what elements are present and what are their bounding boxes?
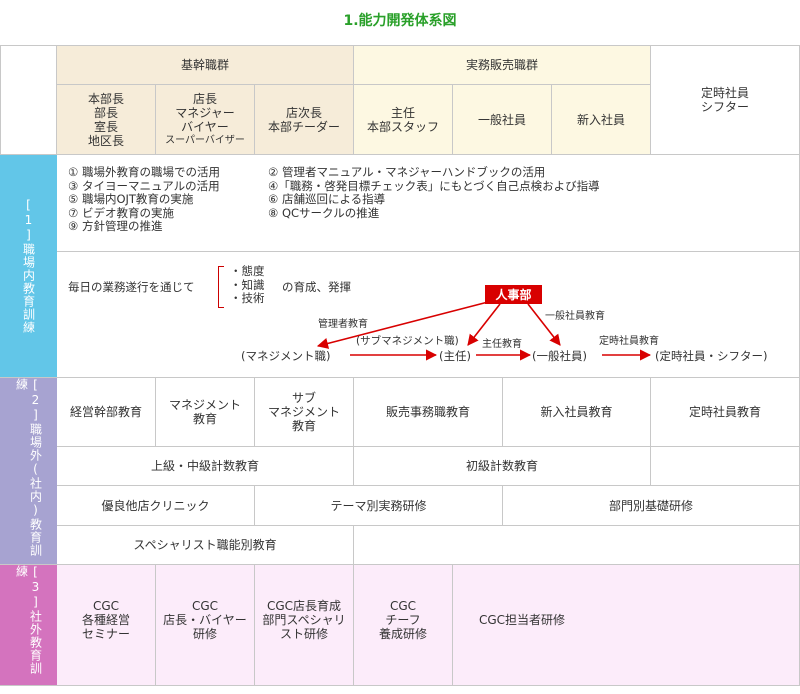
s2-r3-clinic: 優良他店クリニック bbox=[57, 486, 255, 526]
s3-cgc-seminar: CGC 各種経営 セミナー bbox=[57, 565, 156, 686]
edge-label-teiji: 定時社員教育 bbox=[599, 336, 659, 347]
s2-r2-joukyu: 上級・中級計数教育 bbox=[57, 447, 354, 486]
edge-label-kanrisha: 管理者教育 bbox=[318, 319, 368, 330]
hr-department-node: 人事部 bbox=[485, 285, 542, 304]
s2-r1-keiei: 経営幹部教育 bbox=[57, 378, 156, 447]
flow-target-mgmt: (マネジメント職) bbox=[241, 349, 331, 363]
s2-r4-empty bbox=[354, 526, 800, 565]
s2-r1-submgmt: サブ マネジメント 教育 bbox=[255, 378, 354, 447]
s3-cgc-tantousha: CGC担当者研修 bbox=[453, 565, 800, 686]
edge-label-ippan: 一般社員教育 bbox=[545, 311, 605, 322]
s2-r1-mgmt: マネジメント 教育 bbox=[156, 378, 255, 447]
section-3-num: [3] bbox=[28, 565, 43, 610]
s2-r2-empty bbox=[651, 447, 800, 486]
flow-target-shunin: (主任) bbox=[439, 349, 471, 363]
s2-r1-hanbai: 販売事務職教育 bbox=[354, 378, 503, 447]
flow-target-teiji: (定時社員・シフター) bbox=[655, 349, 768, 363]
section-label-3: [3]社外教育訓練 bbox=[0, 565, 57, 686]
edge-label-shunin: 主任教育 bbox=[482, 339, 522, 350]
section-label-2: [2]職場外(社内)教育訓練 bbox=[0, 378, 57, 565]
section-2-num: [2] bbox=[28, 378, 43, 423]
s2-r3-bumon: 部門別基礎研修 bbox=[503, 486, 800, 526]
s2-r1-teiji: 定時社員教育 bbox=[651, 378, 800, 447]
flow-target-ippan: (一般社員) bbox=[532, 349, 587, 363]
s3-cgc-chief: CGC チーフ 養成研修 bbox=[354, 565, 453, 686]
s3-cgc-tencho: CGC 店長・バイヤー 研修 bbox=[156, 565, 255, 686]
flow-sub-mgmt: (サブマネジメント職) bbox=[356, 335, 459, 347]
s2-r4-specialist: スペシャリスト職能別教育 bbox=[57, 526, 354, 565]
s2-r3-theme: テーマ別実務研修 bbox=[255, 486, 503, 526]
s3-cgc-specialist: CGC店長育成 部門スペシャリ スト研修 bbox=[255, 565, 354, 686]
s2-r1-shinnyu: 新入社員教育 bbox=[503, 378, 651, 447]
s2-r2-shokyu: 初級計数教育 bbox=[354, 447, 651, 486]
